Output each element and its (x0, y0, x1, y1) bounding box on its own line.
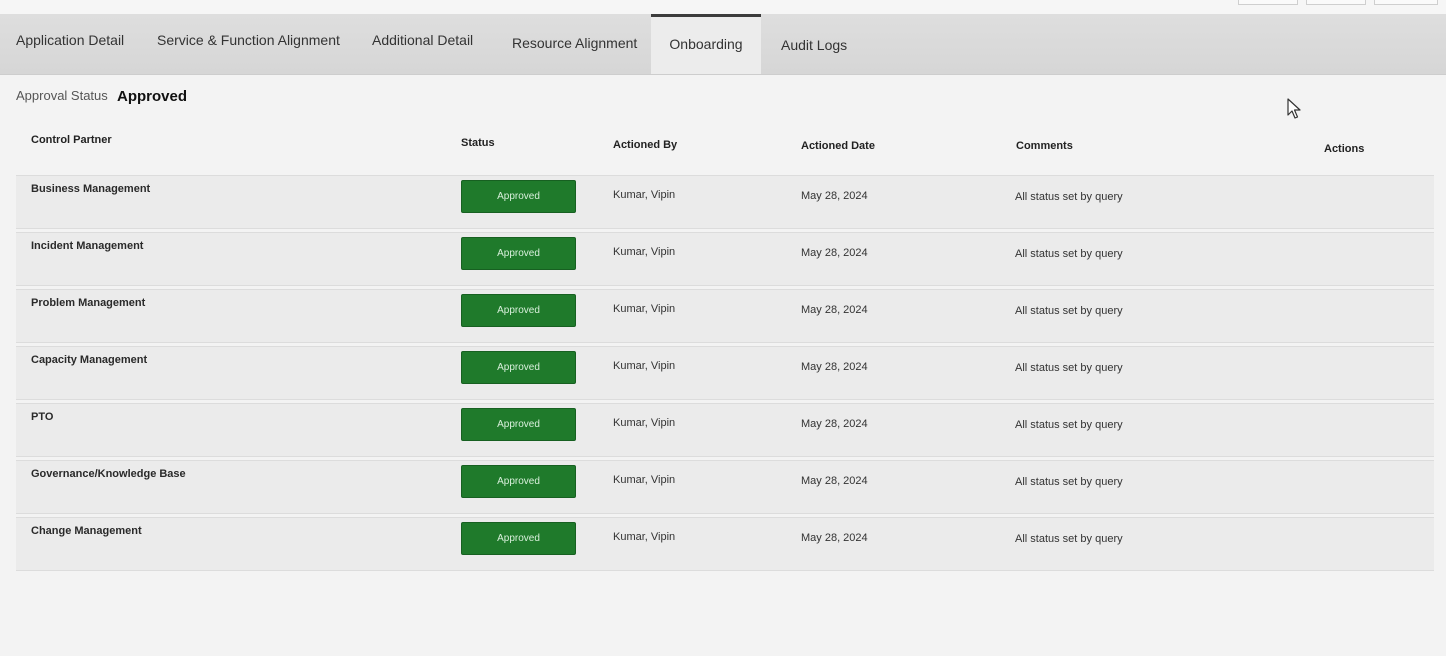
comments-cell: All status set by query (1015, 191, 1123, 203)
actioned-by-cell: Kumar, Vipin (613, 360, 676, 372)
comments-cell: All status set by query (1015, 476, 1123, 488)
comments-cell: All status set by query (1015, 248, 1123, 260)
approved-status-button[interactable]: Approved (461, 465, 576, 498)
column-header-actioned-by: Actioned By (613, 139, 678, 151)
approval-status-value: Approved (117, 88, 188, 105)
table-row: Governance/Knowledge Base Approved Kumar… (16, 460, 1434, 514)
tab-onboarding[interactable]: Onboarding (651, 14, 761, 74)
window-top-strip (0, 0, 1446, 14)
tab-application-detail[interactable]: Application Detail (16, 32, 124, 48)
actioned-by-cell: Kumar, Vipin (613, 303, 676, 315)
table-row: Business Management Approved Kumar, Vipi… (16, 175, 1434, 229)
column-header-actions: Actions (1324, 143, 1365, 155)
approved-status-button[interactable]: Approved (461, 180, 576, 213)
column-header-actioned-date: Actioned Date (801, 140, 875, 152)
comments-cell: All status set by query (1015, 533, 1123, 545)
control-partner-cell: Problem Management (31, 297, 146, 309)
approved-status-button[interactable]: Approved (461, 351, 576, 384)
control-partner-cell: Incident Management (31, 240, 144, 252)
approval-status-label: Approval Status (16, 88, 108, 103)
comments-cell: All status set by query (1015, 419, 1123, 431)
control-partner-cell: Change Management (31, 525, 142, 537)
actioned-by-cell: Kumar, Vipin (613, 531, 676, 543)
top-right-button-1[interactable] (1238, 0, 1298, 5)
control-partner-cell: Capacity Management (31, 354, 148, 366)
actioned-by-cell: Kumar, Vipin (613, 246, 676, 258)
table-row: Incident Management Approved Kumar, Vipi… (16, 232, 1434, 286)
table-row: Problem Management Approved Kumar, Vipin… (16, 289, 1434, 343)
column-header-control-partner: Control Partner (31, 134, 112, 146)
approved-status-button[interactable]: Approved (461, 522, 576, 555)
comments-cell: All status set by query (1015, 305, 1123, 317)
actioned-by-cell: Kumar, Vipin (613, 474, 676, 486)
column-header-comments: Comments (1016, 140, 1073, 152)
table-row: PTO Approved Kumar, Vipin May 28, 2024 A… (16, 403, 1434, 457)
actioned-date-cell: May 28, 2024 (801, 361, 868, 373)
tab-resource-alignment[interactable]: Resource Alignment (512, 35, 637, 51)
onboarding-panel: Approval Status Approved Control Partner… (0, 75, 1446, 656)
comments-cell: All status set by query (1015, 362, 1123, 374)
tab-additional-detail[interactable]: Additional Detail (372, 32, 473, 48)
actioned-by-cell: Kumar, Vipin (613, 189, 676, 201)
mouse-pointer-icon (1287, 98, 1301, 119)
approved-status-button[interactable]: Approved (461, 408, 576, 441)
table-row: Capacity Management Approved Kumar, Vipi… (16, 346, 1434, 400)
control-partner-cell: Governance/Knowledge Base (31, 468, 186, 480)
actioned-date-cell: May 28, 2024 (801, 190, 868, 202)
column-header-status: Status (461, 137, 495, 149)
actioned-date-cell: May 28, 2024 (801, 247, 868, 259)
actioned-date-cell: May 28, 2024 (801, 475, 868, 487)
table-row: Change Management Approved Kumar, Vipin … (16, 517, 1434, 571)
tab-service-function-alignment[interactable]: Service & Function Alignment (157, 32, 340, 48)
top-right-button-2[interactable] (1306, 0, 1366, 5)
actioned-date-cell: May 28, 2024 (801, 304, 868, 316)
control-partner-cell: Business Management (31, 183, 151, 195)
actioned-date-cell: May 28, 2024 (801, 418, 868, 430)
actioned-date-cell: May 28, 2024 (801, 532, 868, 544)
control-partner-cell: PTO (31, 411, 54, 423)
approved-status-button[interactable]: Approved (461, 237, 576, 270)
top-right-button-3[interactable] (1374, 0, 1438, 5)
tab-audit-logs[interactable]: Audit Logs (781, 37, 847, 53)
tab-bar: Application Detail Service & Function Al… (0, 14, 1446, 75)
approved-status-button[interactable]: Approved (461, 294, 576, 327)
actioned-by-cell: Kumar, Vipin (613, 417, 676, 429)
